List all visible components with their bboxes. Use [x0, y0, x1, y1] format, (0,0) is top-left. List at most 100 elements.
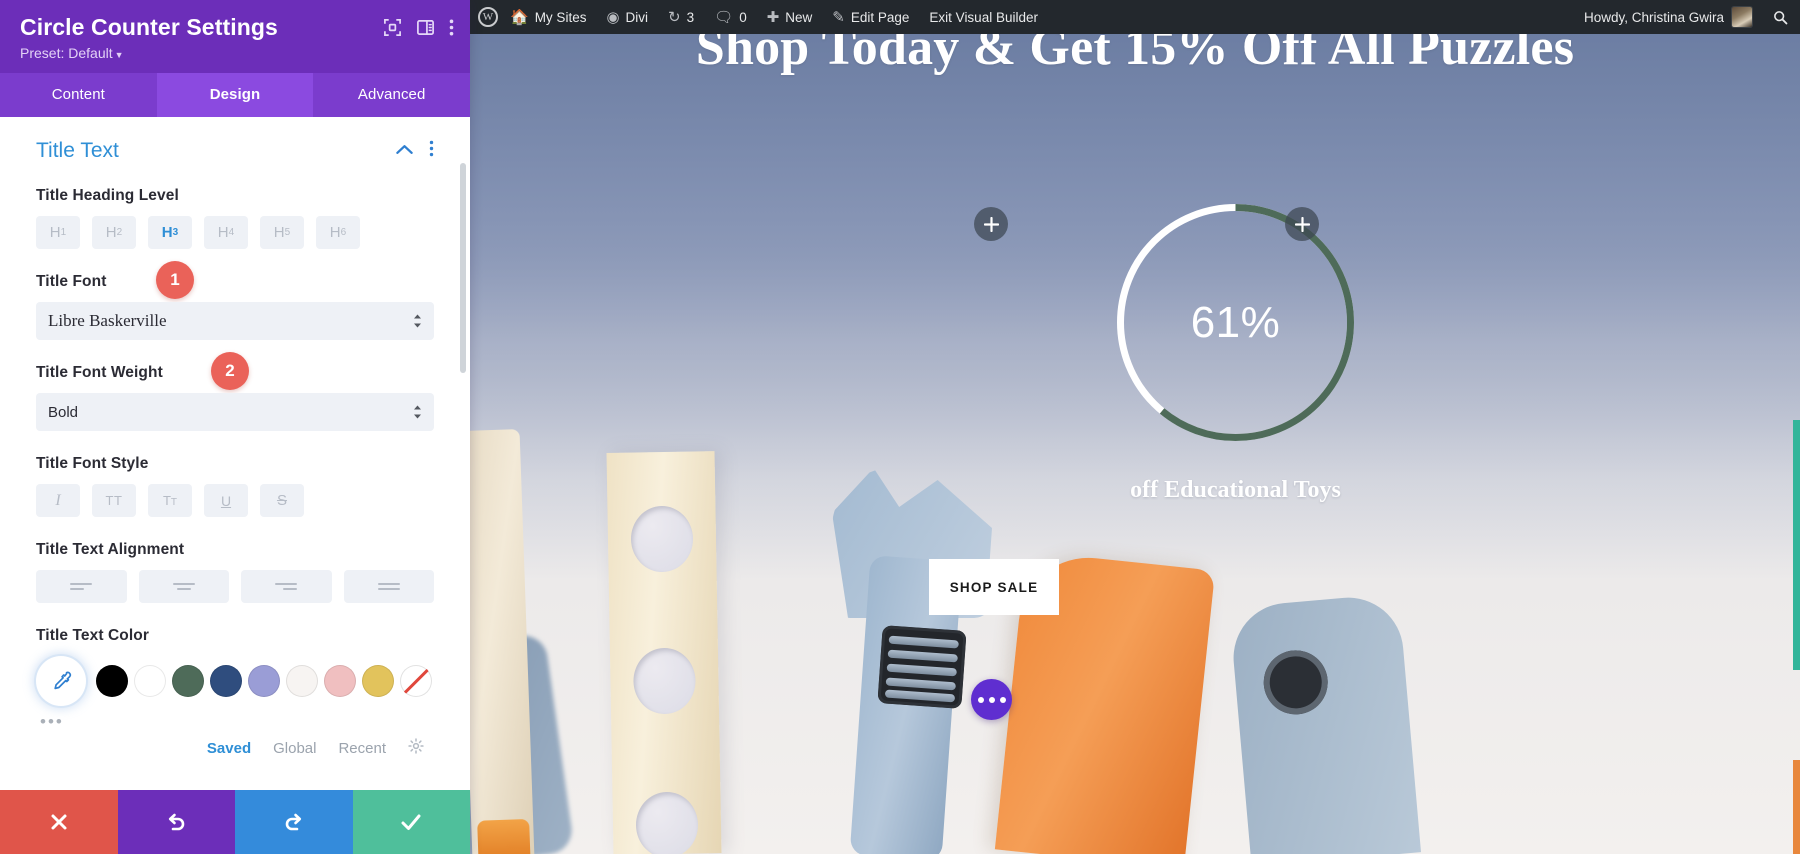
- updates-icon: ↻: [668, 8, 681, 26]
- font-style-italic[interactable]: I: [36, 484, 80, 517]
- font-style-uppercase[interactable]: TT: [92, 484, 136, 517]
- align-right-icon: [275, 581, 298, 593]
- heading-option-h3[interactable]: H3: [148, 216, 192, 249]
- close-icon: [51, 814, 67, 830]
- plus-icon: [983, 216, 999, 232]
- field-title-font: Title Font 1 Libre Baskerville: [36, 261, 434, 340]
- adminbar-label: Exit Visual Builder: [929, 9, 1038, 25]
- align-justify-icon: [377, 581, 400, 593]
- color-swatch-white[interactable]: [134, 665, 166, 697]
- adminbar-label: Edit Page: [850, 9, 910, 25]
- font-style-strikethrough[interactable]: S: [260, 484, 304, 517]
- align-left-button[interactable]: [36, 570, 127, 603]
- color-swatch-green[interactable]: [172, 665, 204, 697]
- panel-scrollbar[interactable]: [460, 163, 466, 373]
- decor-toy-wrench: [822, 468, 1012, 854]
- search-icon: [1773, 10, 1787, 24]
- chevron-up-icon[interactable]: [396, 142, 413, 160]
- tab-content[interactable]: Content: [0, 73, 157, 117]
- adminbar-item-new[interactable]: ✚ New: [757, 0, 823, 34]
- section-header-title-text[interactable]: Title Text: [36, 139, 434, 163]
- align-right-button[interactable]: [241, 570, 332, 603]
- more-colors-button[interactable]: •••: [40, 712, 434, 732]
- eyedropper-button[interactable]: [36, 656, 86, 706]
- eyedropper-icon: [54, 671, 72, 690]
- vertical-dots-icon[interactable]: [449, 18, 454, 37]
- adminbar-item-exit-visual-builder[interactable]: Exit Visual Builder: [919, 0, 1048, 34]
- color-swatch-none[interactable]: [400, 665, 432, 697]
- color-swatch-black[interactable]: [96, 665, 128, 697]
- vertical-dots-icon[interactable]: [429, 140, 434, 162]
- panel-action-bar: [0, 790, 470, 854]
- color-swatch-offwhite[interactable]: [286, 665, 318, 697]
- color-tab-global[interactable]: Global: [273, 740, 316, 757]
- align-center-icon: [172, 581, 195, 593]
- section-title: Title Text: [36, 139, 119, 162]
- undo-icon: [169, 813, 185, 831]
- redo-button[interactable]: [235, 790, 353, 854]
- avatar: [1732, 7, 1752, 27]
- tab-advanced[interactable]: Advanced: [313, 73, 470, 117]
- adminbar-item-edit-page[interactable]: ✎ Edit Page: [822, 0, 919, 34]
- field-label: Title Font: [36, 273, 107, 290]
- add-module-button-left[interactable]: [974, 207, 1008, 241]
- color-swatch-pink[interactable]: [324, 665, 356, 697]
- color-picker-tabs: Saved Global Recent: [36, 738, 434, 758]
- check-icon: [401, 814, 421, 830]
- adminbar-label: New: [785, 9, 813, 25]
- adminbar-item-my-sites[interactable]: 🏠 My Sites: [500, 0, 596, 34]
- home-icon: 🏠: [510, 8, 529, 26]
- adminbar-item-comments[interactable]: 🗨 0: [704, 0, 757, 34]
- gear-icon[interactable]: [408, 738, 424, 758]
- undo-button[interactable]: [117, 790, 235, 854]
- heading-option-h6[interactable]: H6: [316, 216, 360, 249]
- circle-counter-module[interactable]: 61% off Educational Toys: [1103, 190, 1368, 510]
- font-style-smallcaps[interactable]: TT: [148, 484, 192, 517]
- adminbar-howdy[interactable]: Howdy, Christina Gwira: [1572, 7, 1760, 27]
- wordpress-logo-icon[interactable]: [478, 7, 498, 27]
- field-label: Title Font Style: [36, 455, 149, 472]
- add-module-button-right[interactable]: [1285, 207, 1319, 241]
- title-font-select[interactable]: Libre Baskerville: [36, 302, 434, 340]
- module-settings-panel: Circle Counter Settings Preset: Default ▼: [0, 0, 470, 854]
- color-swatch-navy[interactable]: [210, 665, 242, 697]
- title-font-weight-select[interactable]: Bold: [36, 393, 434, 431]
- howdy-label: Howdy, Christina Gwira: [1583, 9, 1724, 25]
- decor-orange-edge: [1793, 760, 1800, 854]
- align-center-button[interactable]: [138, 570, 229, 603]
- heading-level-options: H1 H2 H3 H4 H5 H6: [36, 216, 434, 249]
- visual-builder-screen: Shop Today & Get 15% Off All Puzzles 61%…: [0, 0, 1800, 854]
- title-font-weight-value: Bold: [48, 403, 79, 421]
- adminbar-item-divi[interactable]: ◉ Divi: [596, 0, 658, 34]
- cancel-button[interactable]: [0, 790, 118, 854]
- adminbar-search-button[interactable]: [1760, 0, 1800, 34]
- panel-body: Title Text Title Heading Level H 1 H 2 H…: [0, 117, 470, 790]
- stepper-arrows-icon: [413, 405, 422, 420]
- layout-panel-icon[interactable]: [416, 18, 435, 37]
- decor-grey-tool: [1228, 593, 1422, 854]
- page-settings-fab[interactable]: [971, 679, 1012, 720]
- color-swatch-gold[interactable]: [362, 665, 394, 697]
- color-tab-recent[interactable]: Recent: [338, 740, 386, 757]
- panel-header: Circle Counter Settings Preset: Default ▼: [0, 0, 470, 73]
- color-swatch-periwinkle[interactable]: [248, 665, 280, 697]
- circle-counter-title: off Educational Toys: [1130, 477, 1341, 503]
- heading-option-h2[interactable]: H2: [92, 216, 136, 249]
- focus-target-icon[interactable]: [383, 18, 402, 37]
- font-style-underline[interactable]: U: [204, 484, 248, 517]
- align-left-icon: [70, 581, 93, 593]
- heading-option-h5[interactable]: H5: [260, 216, 304, 249]
- align-justify-button[interactable]: [343, 570, 434, 603]
- adminbar-label: My Sites: [534, 9, 587, 25]
- adminbar-item-updates[interactable]: ↻ 3: [658, 0, 704, 34]
- heading-option-h1[interactable]: H1: [36, 216, 80, 249]
- preset-selector[interactable]: Preset: Default ▼: [20, 45, 450, 61]
- color-tab-saved[interactable]: Saved: [207, 740, 251, 757]
- preset-label: Preset: Default: [20, 45, 113, 61]
- save-button[interactable]: [352, 790, 470, 854]
- tab-design[interactable]: Design: [156, 73, 314, 117]
- page-preview[interactable]: Shop Today & Get 15% Off All Puzzles 61%…: [470, 0, 1800, 854]
- ellipsis-icon: [988, 696, 995, 703]
- heading-option-h4[interactable]: H4: [204, 216, 248, 249]
- shop-sale-button[interactable]: SHOP SALE: [929, 559, 1059, 615]
